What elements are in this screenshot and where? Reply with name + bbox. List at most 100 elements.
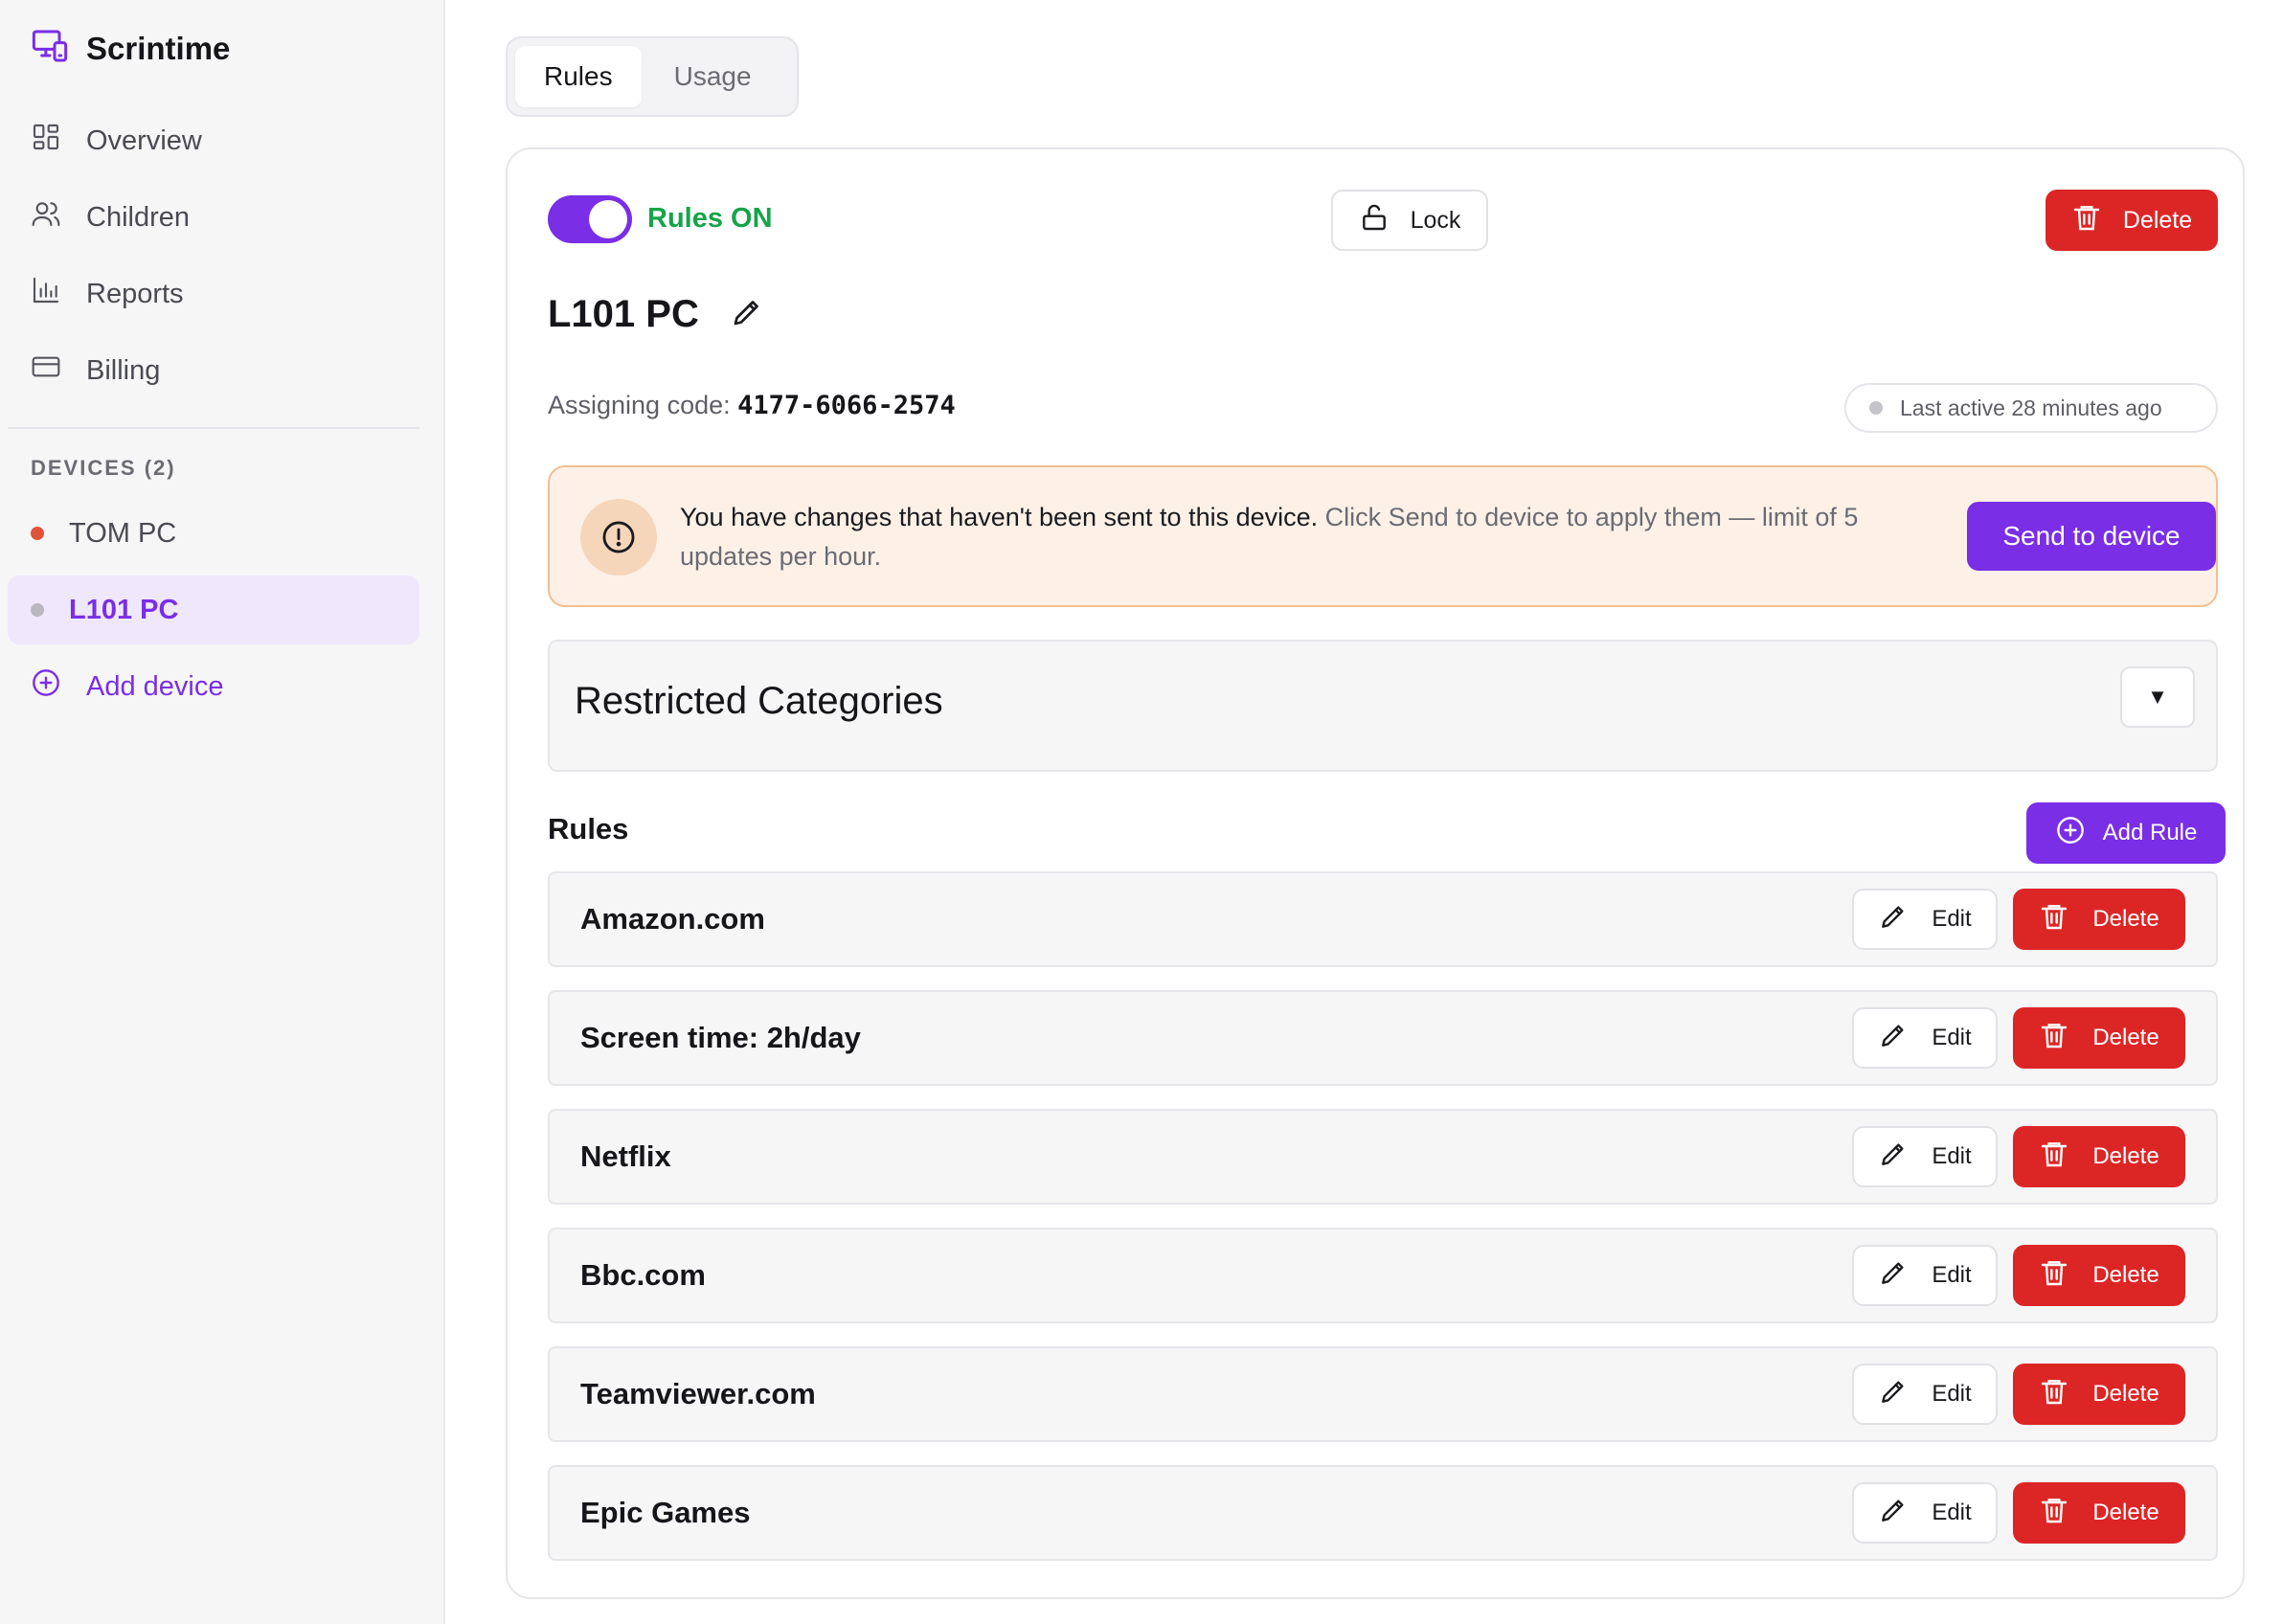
toggle-knob [589,200,627,238]
trash-icon [2071,202,2102,239]
plus-circle-icon [2055,815,2086,852]
alert-circle-icon [580,499,657,575]
credit-card-icon [31,351,61,390]
add-device-label: Add device [86,670,224,702]
edit-rule-button[interactable]: Edit [1852,1482,1998,1544]
delete-label: Delete [2092,1143,2159,1169]
rule-name: Bbc.com [580,1258,706,1292]
delete-rule-button[interactable]: Delete [2013,1364,2185,1425]
pencil-icon [1878,1257,1909,1295]
edit-label: Edit [1932,1500,1972,1525]
add-rule-label: Add Rule [2102,820,2198,846]
pencil-icon [1878,1376,1909,1413]
pencil-icon [1878,1139,1909,1176]
app-name: Scrintime [86,30,231,66]
edit-rule-button[interactable]: Edit [1852,1245,1998,1306]
nav-reports-label: Reports [86,278,184,309]
delete-label: Delete [2092,1025,2159,1050]
unlock-icon [1359,202,1390,239]
rule-name: Teamviewer.com [580,1377,816,1410]
lock-button[interactable]: Lock [1331,190,1488,251]
rule-row: Screen time: 2h/day Edit Delete [548,990,2218,1086]
edit-rule-button[interactable]: Edit [1852,1364,1998,1425]
status-dot [31,527,44,540]
trash-icon [2039,1020,2069,1057]
edit-rule-button[interactable]: Edit [1852,1007,1998,1069]
status-dot [31,603,44,617]
delete-rule-button[interactable]: Delete [2013,1007,2185,1069]
device-item-tom-pc[interactable]: TOM PC [8,499,419,568]
edit-label: Edit [1932,1262,1972,1288]
sidebar: Scrintime Overview Children Reports Bill… [0,0,445,1624]
plus-circle-icon [31,667,61,706]
pencil-icon[interactable] [730,295,764,334]
delete-rule-button[interactable]: Delete [2013,1245,2185,1306]
assign-label: Assigning code: [548,391,731,419]
trash-icon [2039,1376,2069,1413]
nav-billing[interactable]: Billing [31,351,160,390]
rules-status: Rules ON [647,203,773,234]
edit-label: Edit [1932,1143,1972,1169]
bar-chart-icon [31,275,61,313]
nav-reports[interactable]: Reports [31,275,184,313]
rule-row: Netflix Edit Delete [548,1109,2218,1205]
delete-label: Delete [2122,206,2193,234]
nav-children-label: Children [86,201,190,233]
rule-row: Bbc.com Edit Delete [548,1228,2218,1323]
delete-rule-button[interactable]: Delete [2013,1482,2185,1544]
device-title: L101 PC [548,293,764,336]
alert-strong: You have changes that haven't been sent … [680,503,1319,531]
send-to-device-button[interactable]: Send to device [1967,502,2216,571]
rules-toggle[interactable] [548,195,632,243]
delete-rule-button[interactable]: Delete [2013,1126,2185,1187]
nav-overview[interactable]: Overview [31,122,202,160]
caret-down-icon: ▼ [2147,685,2168,709]
expand-toggle-button[interactable]: ▼ [2120,666,2195,728]
rule-name: Epic Games [580,1496,751,1529]
rule-name: Netflix [580,1139,671,1173]
edit-label: Edit [1932,1025,1972,1050]
add-rule-button[interactable]: Add Rule [2026,802,2226,864]
device-name: L101 PC [548,293,699,335]
rule-name: Amazon.com [580,902,765,936]
rule-row: Epic Games Edit Delete [548,1465,2218,1561]
pending-changes-alert: You have changes that haven't been sent … [548,465,2218,607]
nav-children[interactable]: Children [31,198,190,237]
pencil-icon [1878,1495,1909,1532]
nav-overview-label: Overview [86,124,202,156]
sidebar-divider [8,427,419,429]
delete-device-button[interactable]: Delete [2046,190,2218,251]
last-active-text: Last active 28 minutes ago [1900,395,2162,420]
rule-row: Teamviewer.com Edit Delete [548,1346,2218,1442]
brand[interactable]: Scrintime [31,27,230,70]
nav-billing-label: Billing [86,354,161,386]
rules-heading: Rules [548,812,629,846]
delete-label: Delete [2092,1500,2159,1525]
alert-message: You have changes that haven't been sent … [680,498,1915,576]
status-dot [1869,401,1883,415]
tab-rules[interactable]: Rules [515,46,642,107]
assign-code-value: 4177-6066-2574 [737,391,956,420]
device-item-label: L101 PC [69,594,179,625]
lock-label: Lock [1410,206,1461,234]
trash-icon [2039,1257,2069,1295]
pencil-icon [1878,901,1909,938]
device-item-l101-pc[interactable]: L101 PC [8,575,419,644]
delete-rule-button[interactable]: Delete [2013,889,2185,950]
edit-label: Edit [1932,906,1972,932]
device-card: Rules ON Lock Delete L101 PC Assigning c… [506,147,2245,1599]
rule-row: Amazon.com Edit Delete [548,871,2218,967]
view-tabs: Rules Usage [506,36,799,117]
restricted-categories-panel[interactable]: Restricted Categories ▼ [548,640,2218,772]
trash-icon [2039,1139,2069,1176]
edit-label: Edit [1932,1381,1972,1407]
delete-label: Delete [2092,906,2159,932]
grid-icon [31,122,61,160]
assigning-code: Assigning code: 4177-6066-2574 [548,391,956,420]
add-device-link[interactable]: Add device [31,667,224,706]
device-item-label: TOM PC [69,517,177,549]
trash-icon [2039,1495,2069,1532]
edit-rule-button[interactable]: Edit [1852,889,1998,950]
edit-rule-button[interactable]: Edit [1852,1126,1998,1187]
tab-usage[interactable]: Usage [645,46,780,107]
